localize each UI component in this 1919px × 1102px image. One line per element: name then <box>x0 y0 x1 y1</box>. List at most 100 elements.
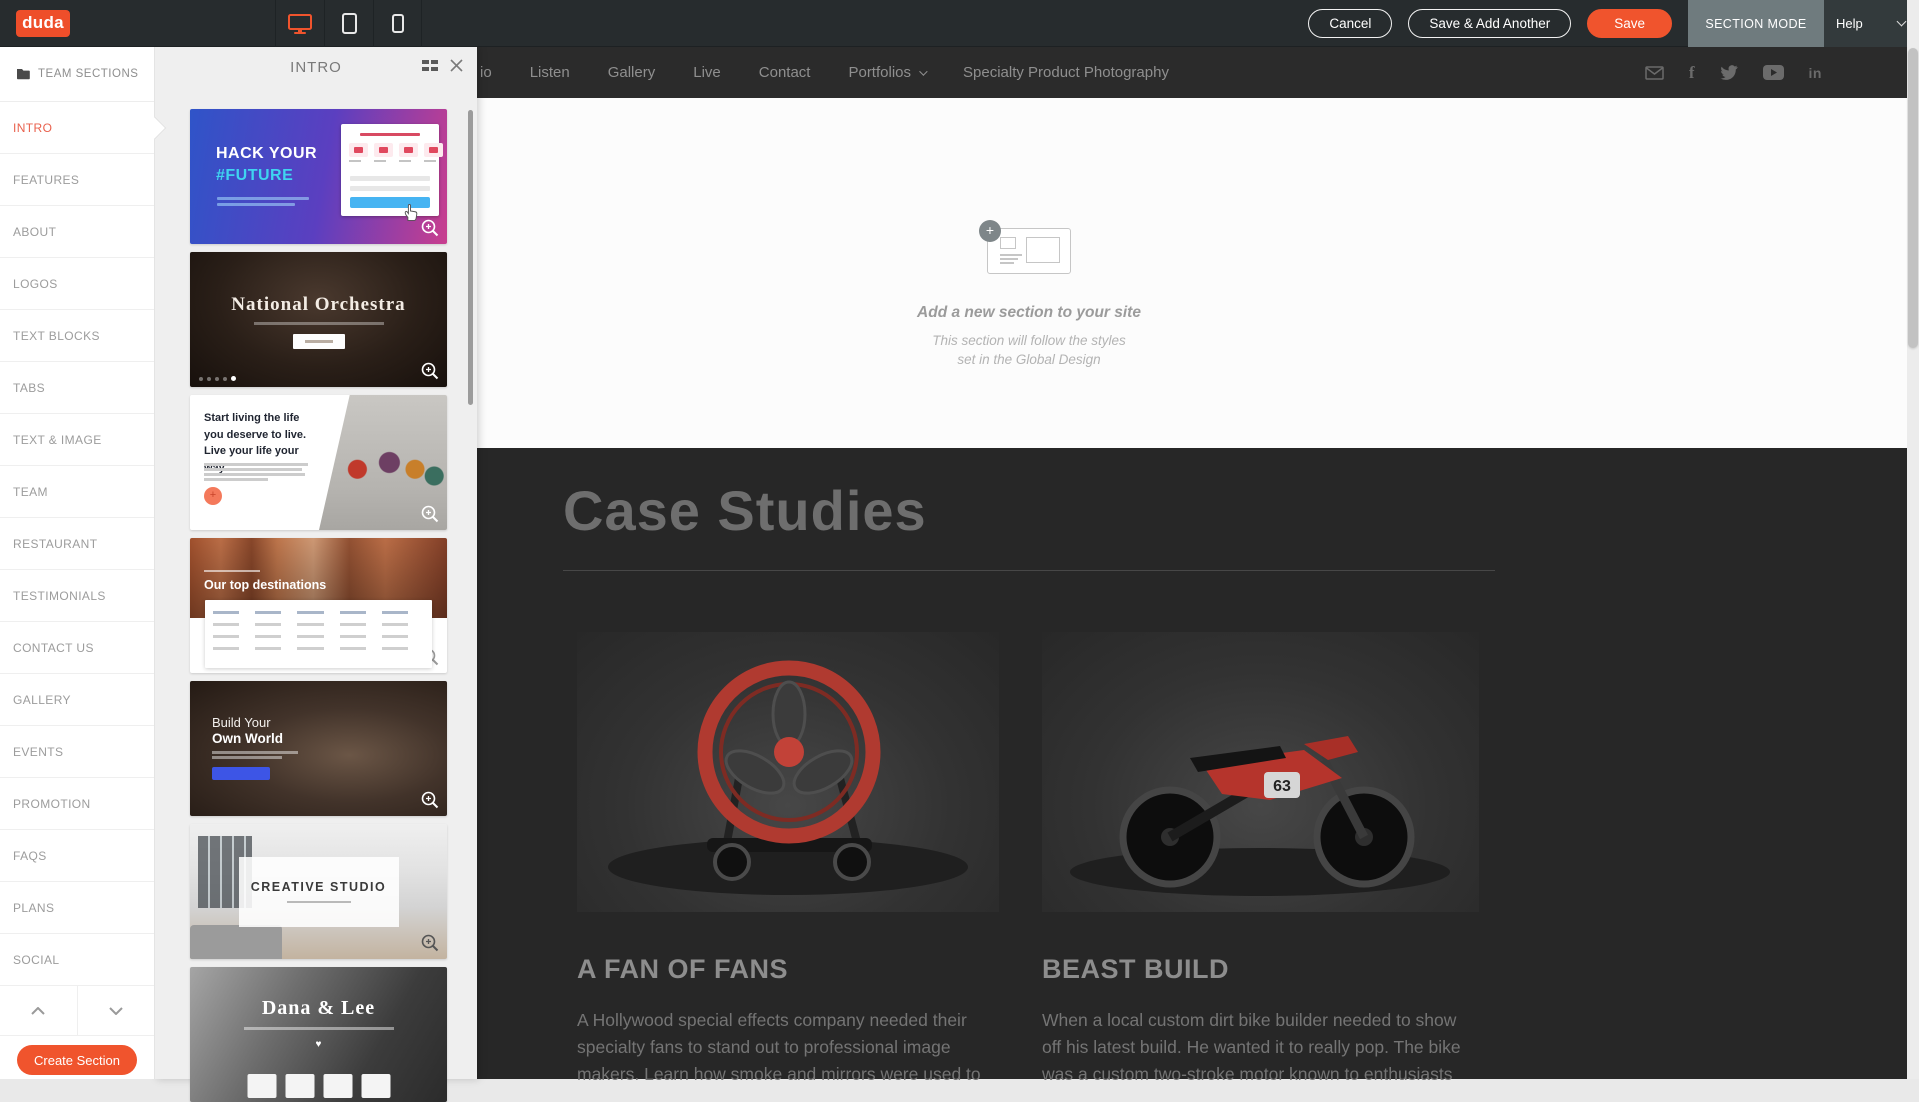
scrollbar-thumb[interactable] <box>1908 48 1918 348</box>
linkedin-icon[interactable]: in <box>1809 65 1822 81</box>
sidebar-item-intro[interactable]: INTRO <box>0 102 154 154</box>
thumb-title: HACK YOUR <box>216 145 317 163</box>
sidebar-item-gallery[interactable]: GALLERY <box>0 674 154 726</box>
close-icon[interactable] <box>450 59 463 72</box>
panel-title: INTRO <box>290 59 342 76</box>
email-icon[interactable] <box>1645 66 1664 80</box>
cancel-button[interactable]: Cancel <box>1308 9 1392 38</box>
sidebar-item-events[interactable]: EVENTS <box>0 726 154 778</box>
sidebar-item-text-blocks[interactable]: TEXT BLOCKS <box>0 310 154 362</box>
zoom-preview-icon[interactable] <box>420 790 440 810</box>
thumb-title: Build Your <box>212 715 271 730</box>
sidebar-item-testimonials[interactable]: TESTIMONIALS <box>0 570 154 622</box>
sidebar-item-social[interactable]: SOCIAL <box>0 934 154 986</box>
mobile-view-button[interactable] <box>373 0 422 47</box>
add-section-placeholder[interactable]: + Add a new section to your site This se… <box>829 228 1229 370</box>
panel-scrollbar[interactable] <box>468 110 473 405</box>
sidebar-header-label: TEAM SECTIONS <box>38 68 138 80</box>
facebook-icon[interactable]: f <box>1689 63 1695 83</box>
thumb-title: CREATIVE STUDIO <box>251 880 386 894</box>
zoom-preview-icon[interactable] <box>420 504 440 524</box>
sidebar-item-promotion[interactable]: PROMOTION <box>0 778 154 830</box>
zoom-preview-icon[interactable] <box>420 218 440 238</box>
desktop-icon <box>287 13 313 35</box>
nav-item-portfolios[interactable]: Portfolios <box>848 64 925 81</box>
template-thumbnail-hack-your-future[interactable]: HACK YOUR #FUTURE <box>190 109 447 244</box>
links-table-preview <box>205 600 432 668</box>
signup-form-preview <box>341 124 439 216</box>
heart-icon: ♥ <box>190 1039 447 1050</box>
sidebar-item-team[interactable]: TEAM <box>0 466 154 518</box>
thumb-title: Dana & Lee <box>190 997 447 1020</box>
scroll-down-button[interactable] <box>78 986 155 1035</box>
social-icons: f in <box>1645 47 1822 98</box>
chevron-down-icon <box>1897 17 1907 27</box>
sidebar-item-restaurant[interactable]: RESTAURANT <box>0 518 154 570</box>
device-switcher <box>275 0 422 47</box>
sections-sidebar: TEAM SECTIONS INTRO FEATURES ABOUT LOGOS… <box>0 47 155 1079</box>
create-section-button[interactable]: Create Section <box>17 1045 137 1075</box>
sidebar-item-logos[interactable]: LOGOS <box>0 258 154 310</box>
tablet-icon <box>342 13 357 34</box>
zoom-preview-icon[interactable] <box>420 933 440 953</box>
scroll-up-button[interactable] <box>0 986 78 1035</box>
case-study-card-fan: A FAN OF FANS A Hollywood special effect… <box>577 632 999 1088</box>
chevron-up-icon <box>31 1007 45 1015</box>
thumb-subtitle: Own World <box>212 731 283 746</box>
section-template-list: HACK YOUR #FUTURE National Orchestra <box>155 87 477 1102</box>
fan-photo <box>577 632 999 912</box>
studio-card-preview: CREATIVE STUDIO <box>239 857 399 927</box>
card-text: When a local custom dirt bike builder ne… <box>1042 1007 1479 1088</box>
nav-item-contact[interactable]: Contact <box>759 64 811 81</box>
help-menu[interactable]: Help <box>1824 0 1919 47</box>
save-add-another-button[interactable]: Save & Add Another <box>1408 9 1571 38</box>
template-thumbnail-start-living[interactable]: Start living the life you deserve to liv… <box>190 395 447 530</box>
nav-item-listen[interactable]: Listen <box>530 64 570 81</box>
sidebar-header: TEAM SECTIONS <box>0 47 154 102</box>
zoom-preview-icon[interactable] <box>420 361 440 381</box>
add-section-title: Add a new section to your site <box>829 304 1229 322</box>
template-thumbnail-dana-and-lee[interactable]: Dana & Lee ♥ <box>190 967 447 1102</box>
tablet-view-button[interactable] <box>324 0 373 47</box>
sidebar-item-tabs[interactable]: TABS <box>0 362 154 414</box>
duda-logo: duda <box>16 10 70 37</box>
save-button[interactable]: Save <box>1587 9 1672 38</box>
top-toolbar: duda Cancel Save & Add Another Save SECT… <box>0 0 1919 47</box>
bike-number: 63 <box>1273 778 1291 795</box>
section-heading: Case Studies <box>563 478 927 543</box>
case-study-card-bike: 63 BEAST BUILD When a local custom dirt … <box>1042 632 1479 1088</box>
nav-item-gallery[interactable]: Gallery <box>608 64 656 81</box>
page-scrollbar[interactable] <box>1907 0 1919 1079</box>
desktop-view-button[interactable] <box>275 0 324 47</box>
intro-sections-panel: INTRO HACK YOUR #FUTURE <box>155 47 477 1079</box>
section-mode-badge: SECTION MODE <box>1688 0 1824 47</box>
folder-icon <box>16 68 30 80</box>
template-thumbnail-national-orchestra[interactable]: National Orchestra <box>190 252 447 387</box>
sidebar-item-features[interactable]: FEATURES <box>0 154 154 206</box>
nav-item-partial[interactable]: io <box>480 64 492 81</box>
nav-item-specialty[interactable]: Specialty Product Photography <box>963 64 1169 81</box>
thumb-title: Our top destinations <box>204 578 326 592</box>
sidebar-item-faqs[interactable]: FAQS <box>0 830 154 882</box>
chevron-down-icon <box>919 67 927 75</box>
bike-photo: 63 <box>1042 632 1479 912</box>
sidebar-item-contact-us[interactable]: CONTACT US <box>0 622 154 674</box>
hand-cursor-icon <box>402 203 419 222</box>
sidebar-item-plans[interactable]: PLANS <box>0 882 154 934</box>
template-thumbnail-build-your-own-world[interactable]: Build Your Own World <box>190 681 447 816</box>
template-thumbnail-top-destinations[interactable]: Our top destinations <box>190 538 447 673</box>
card-title: A FAN OF FANS <box>577 954 999 985</box>
grid-view-icon[interactable] <box>422 59 439 72</box>
preview-plus-button: + <box>204 487 222 505</box>
card-title: BEAST BUILD <box>1042 954 1479 985</box>
countdown-preview <box>247 1074 390 1098</box>
sidebar-item-about[interactable]: ABOUT <box>0 206 154 258</box>
nav-item-live[interactable]: Live <box>693 64 721 81</box>
chevron-down-icon <box>109 1007 123 1015</box>
template-thumbnail-creative-studio[interactable]: CREATIVE STUDIO <box>190 824 447 959</box>
plus-icon: + <box>979 220 1001 242</box>
sidebar-item-text-image[interactable]: TEXT & IMAGE <box>0 414 154 466</box>
preview-cta-button <box>212 767 270 780</box>
youtube-icon[interactable] <box>1763 65 1784 80</box>
twitter-icon[interactable] <box>1720 65 1738 80</box>
